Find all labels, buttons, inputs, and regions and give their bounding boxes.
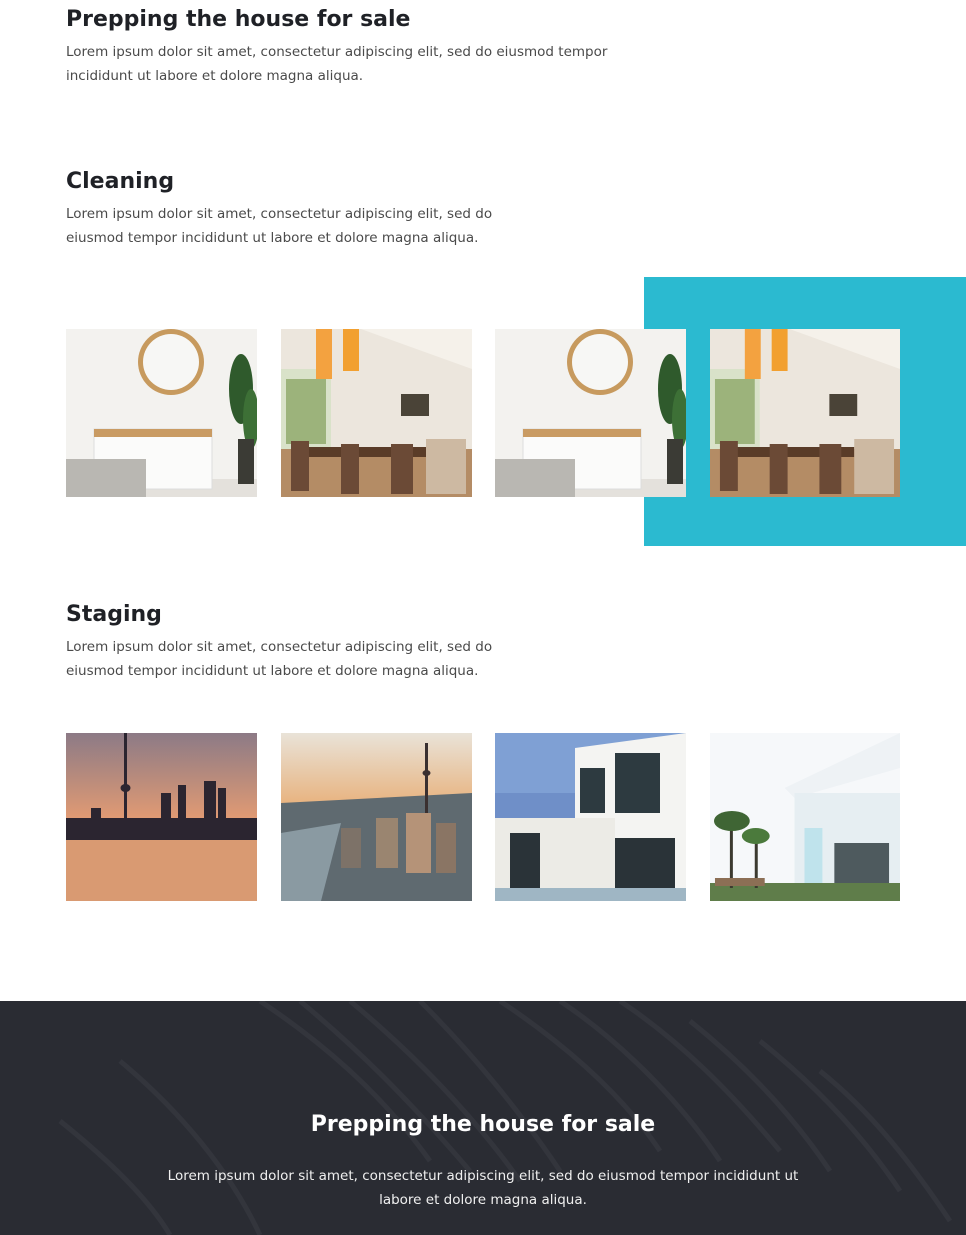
- cleaning-section: Cleaning Lorem ipsum dolor sit amet, con…: [66, 168, 516, 250]
- banner-title: Prepping the house for sale: [310, 1112, 656, 1137]
- mirror-console-photo[interactable]: [66, 329, 257, 497]
- modern-house-photo[interactable]: [495, 733, 686, 901]
- intro-section: Prepping the house for sale Lorem ipsum …: [66, 6, 646, 88]
- dining-room-photo-2[interactable]: [710, 329, 900, 497]
- intro-text: Lorem ipsum dolor sit amet, consectetur …: [66, 44, 608, 84]
- city-skyline-sunset-photo[interactable]: [66, 733, 257, 901]
- dining-room-photo[interactable]: [281, 329, 472, 497]
- modern-villa-palms-photo[interactable]: [710, 733, 900, 901]
- cleaning-title: Cleaning: [66, 169, 175, 194]
- cleaning-text: Lorem ipsum dolor sit amet, consectetur …: [66, 206, 493, 246]
- staging-text: Lorem ipsum dolor sit amet, consectetur …: [66, 639, 493, 679]
- city-aerial-tower-photo[interactable]: [281, 733, 472, 901]
- intro-title: Prepping the house for sale: [66, 7, 411, 32]
- staging-section: Staging Lorem ipsum dolor sit amet, cons…: [66, 601, 516, 683]
- staging-title: Staging: [66, 602, 162, 627]
- banner-text: Lorem ipsum dolor sit amet, consectetur …: [167, 1168, 799, 1208]
- mirror-console-photo-2[interactable]: [495, 329, 686, 497]
